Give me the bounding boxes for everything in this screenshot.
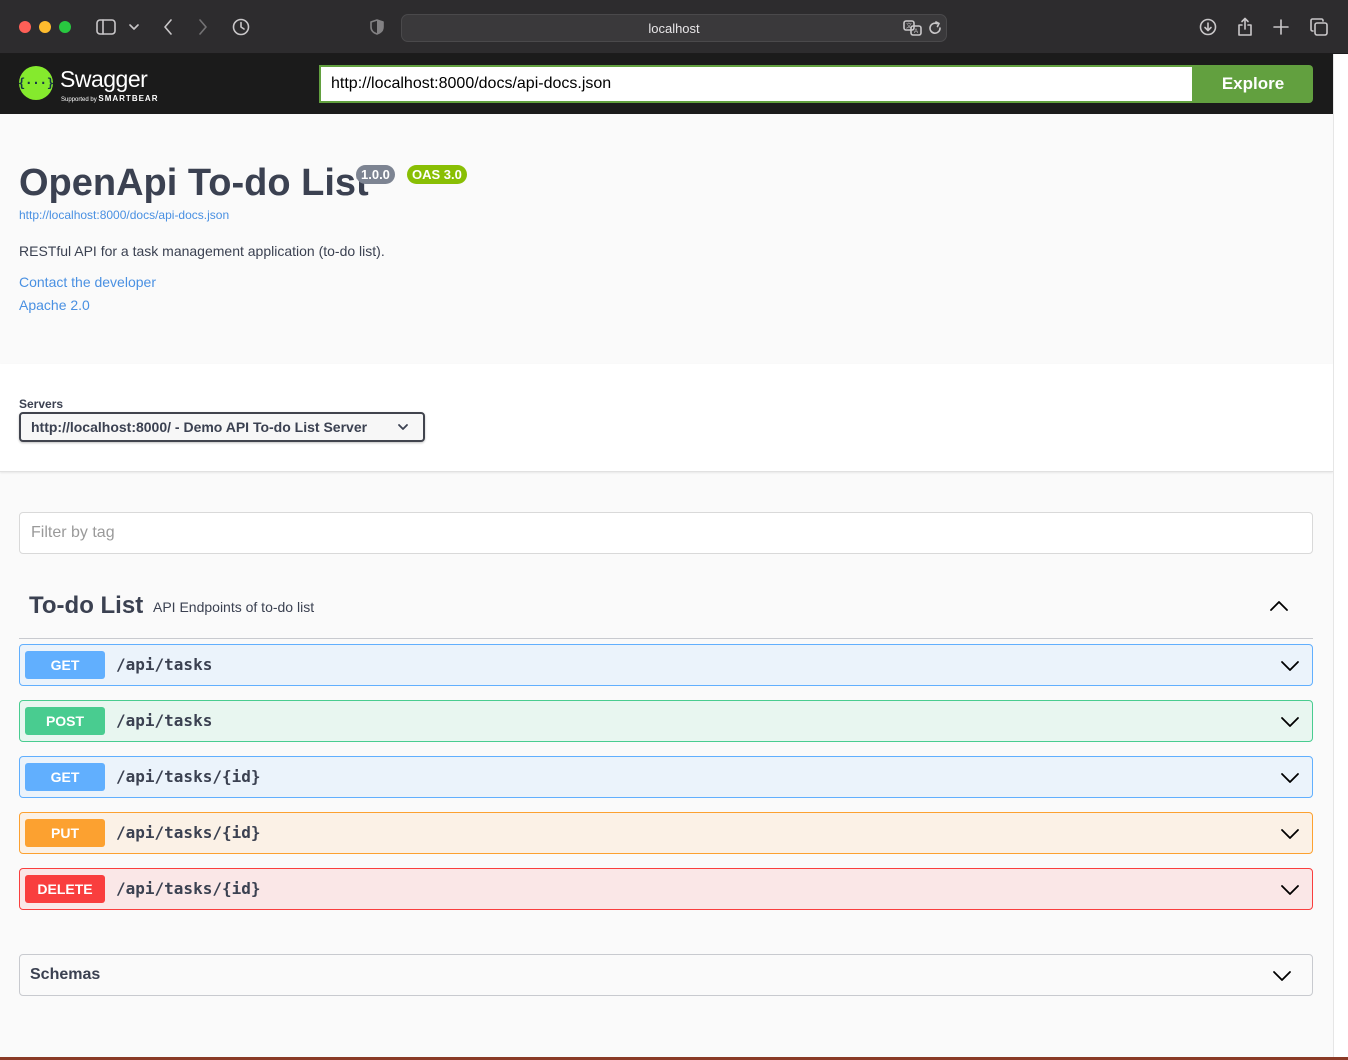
operation-post-tasks[interactable]: POST /api/tasks [19, 700, 1313, 742]
scrollbar-track[interactable] [1333, 54, 1348, 1057]
swagger-page: {···} Swagger Supported by SMARTBEAR Exp… [0, 54, 1333, 1057]
chevron-down-icon[interactable] [1280, 824, 1300, 844]
operation-path: /api/tasks [116, 711, 213, 730]
tabs-overview-icon[interactable] [1308, 14, 1330, 40]
method-badge: DELETE [25, 875, 105, 903]
chevron-down-icon [398, 424, 408, 430]
operation-get-task-by-id[interactable]: GET /api/tasks/{id} [19, 756, 1313, 798]
minimize-window-button[interactable] [39, 21, 51, 33]
filter-by-tag-input[interactable] [19, 512, 1313, 554]
share-icon[interactable] [1235, 14, 1255, 40]
logo-sub-prefix: Supported by [61, 97, 97, 103]
chevron-down-icon[interactable] [1280, 880, 1300, 900]
contact-developer-link[interactable]: Contact the developer [19, 274, 156, 290]
reload-icon[interactable] [927, 19, 943, 37]
schemas-section[interactable]: Schemas [19, 954, 1313, 996]
operation-path: /api/tasks/{id} [116, 879, 261, 898]
chevron-down-icon[interactable] [1280, 656, 1300, 676]
chevron-down-icon[interactable] [1280, 712, 1300, 732]
chevron-down-icon[interactable] [1280, 768, 1300, 788]
tag-name: To-do List [29, 592, 144, 619]
swagger-logo-icon[interactable]: {···} [18, 66, 54, 100]
api-description: RESTful API for a task management applic… [19, 243, 385, 259]
method-badge: GET [25, 651, 105, 679]
schemas-label: Schemas [30, 966, 101, 983]
svg-text:A: A [914, 29, 918, 35]
back-icon[interactable] [158, 14, 178, 40]
license-link[interactable]: Apache 2.0 [19, 297, 90, 313]
swagger-logo-text[interactable]: Swagger [60, 66, 148, 93]
download-icon[interactable] [1197, 14, 1219, 40]
swagger-topbar: {···} Swagger Supported by SMARTBEAR Exp… [0, 54, 1333, 114]
servers-label: Servers [19, 397, 64, 411]
spec-url-link[interactable]: http://localhost:8000/docs/api-docs.json [19, 208, 229, 222]
logo-sub-brand: SMARTBEAR [98, 94, 159, 103]
spec-url-input[interactable] [319, 65, 1194, 103]
servers-section: Servers http://localhost:8000/ - Demo AP… [0, 364, 1333, 472]
chevron-down-icon[interactable] [126, 14, 142, 40]
method-badge: POST [25, 707, 105, 735]
address-text: localhost [648, 21, 700, 36]
servers-selected-value: http://localhost:8000/ - Demo API To-do … [31, 419, 368, 435]
version-badge: 1.0.0 [356, 165, 395, 184]
tag-section-header[interactable]: To-do List API Endpoints of to-do list [19, 582, 1313, 639]
forward-icon[interactable] [193, 14, 213, 40]
method-badge: PUT [25, 819, 105, 847]
oas-badge: OAS 3.0 [407, 165, 467, 184]
shield-icon[interactable] [368, 14, 386, 40]
zoom-window-button[interactable] [59, 21, 71, 33]
operation-path: /api/tasks/{id} [116, 823, 261, 842]
method-badge: GET [25, 763, 105, 791]
operation-put-task[interactable]: PUT /api/tasks/{id} [19, 812, 1313, 854]
history-icon[interactable] [230, 14, 252, 40]
explore-button[interactable]: Explore [1193, 65, 1313, 103]
address-bar[interactable]: localhost 文A [401, 14, 947, 42]
close-window-button[interactable] [19, 21, 31, 33]
operation-path: /api/tasks [116, 655, 213, 674]
swagger-logo-subtitle: Supported by SMARTBEAR [61, 94, 158, 103]
chevron-down-icon[interactable] [1272, 966, 1292, 986]
operation-path: /api/tasks/{id} [116, 767, 261, 786]
sidebar-icon[interactable] [95, 14, 117, 40]
translate-icon[interactable]: 文A [902, 19, 924, 37]
page-title: OpenApi To-do List [19, 162, 369, 204]
svg-text:文: 文 [906, 22, 912, 30]
new-tab-icon[interactable] [1271, 14, 1291, 40]
tag-description: API Endpoints of to-do list [153, 599, 315, 615]
servers-select[interactable]: http://localhost:8000/ - Demo API To-do … [19, 412, 425, 442]
chevron-up-icon[interactable] [1269, 596, 1289, 616]
operation-get-tasks[interactable]: GET /api/tasks [19, 644, 1313, 686]
operation-delete-task[interactable]: DELETE /api/tasks/{id} [19, 868, 1313, 910]
browser-toolbar: localhost 文A [0, 0, 1348, 54]
